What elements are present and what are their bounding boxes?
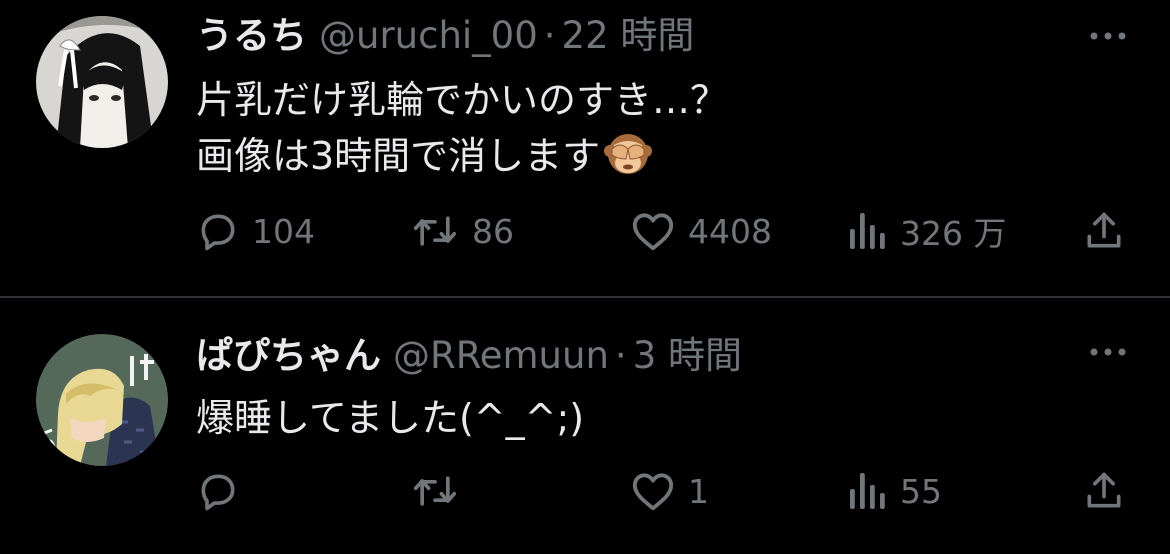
like-button[interactable]: 4408	[630, 206, 772, 256]
like-icon	[632, 213, 674, 251]
tweet-text: 爆睡してました(^_^;)	[196, 390, 584, 446]
reply-count: 104	[252, 211, 315, 251]
share-button[interactable]	[1082, 206, 1126, 256]
separator-dot: ·	[543, 14, 556, 57]
retweet-button[interactable]	[410, 466, 472, 516]
like-icon	[632, 473, 674, 511]
tweet[interactable]: うるち @uruchi_00 · 22 時間 片乳だけ乳輪でかいのすき…？ 画像は3時…	[0, 0, 1170, 296]
user-handle[interactable]: @RRemuun	[393, 334, 609, 377]
tweet-text-line: 画像は3時間で消します	[196, 134, 601, 178]
avatar[interactable]	[36, 16, 168, 148]
tweet[interactable]: ぱぴちゃん @RRemuun · 3 時間 爆睡してました(^_^;) 1 55	[0, 298, 1170, 554]
views-button[interactable]: 55	[848, 466, 942, 516]
avatar[interactable]	[36, 334, 168, 466]
tweet-text-line: 爆睡してました(^_^;)	[196, 396, 585, 440]
view-count: 55	[900, 471, 942, 511]
tweet-header: ぱぴちゃん @RRemuun · 3 時間	[196, 334, 742, 378]
retweet-count: 86	[472, 211, 514, 251]
tweet-text-line: 片乳だけ乳輪でかいのすき…？	[196, 78, 729, 122]
reply-button[interactable]: 104	[196, 206, 315, 256]
like-count: 4408	[688, 211, 772, 251]
views-button[interactable]: 326 万	[848, 206, 1006, 256]
separator-dot: ·	[614, 334, 627, 377]
user-handle[interactable]: @uruchi_00	[319, 14, 538, 57]
share-button[interactable]	[1082, 466, 1126, 516]
tweet-actions: 1 55	[0, 466, 1170, 516]
like-count: 1	[688, 471, 709, 511]
more-icon[interactable]	[1086, 342, 1130, 362]
timestamp[interactable]: 3 時間	[633, 334, 742, 377]
tweet-actions: 104 86 4408 326 万	[0, 206, 1170, 256]
share-icon	[1087, 212, 1121, 248]
reply-icon	[201, 474, 235, 511]
views-icon	[850, 213, 885, 249]
reply-icon	[201, 214, 235, 251]
display-name[interactable]: ぱぴちゃん	[196, 334, 381, 377]
retweet-icon	[413, 476, 457, 506]
tweet-text: 片乳だけ乳輪でかいのすき…？ 画像は3時間で消します	[196, 72, 728, 184]
reply-button[interactable]	[196, 466, 252, 516]
retweet-button[interactable]: 86	[410, 206, 514, 256]
display-name[interactable]: うるち	[196, 14, 307, 57]
tweet-header: うるち @uruchi_00 · 22 時間	[196, 14, 694, 58]
view-count: 326 万	[900, 214, 1007, 253]
timestamp[interactable]: 22 時間	[562, 14, 695, 57]
more-icon[interactable]	[1086, 26, 1130, 46]
tweet-text-line-with-emoji: 画像は3時間で消します	[196, 128, 728, 184]
views-icon	[850, 473, 885, 509]
see-no-evil-monkey-icon	[604, 134, 653, 174]
retweet-icon	[413, 216, 457, 246]
like-button[interactable]: 1	[630, 466, 709, 516]
share-icon	[1087, 472, 1121, 508]
